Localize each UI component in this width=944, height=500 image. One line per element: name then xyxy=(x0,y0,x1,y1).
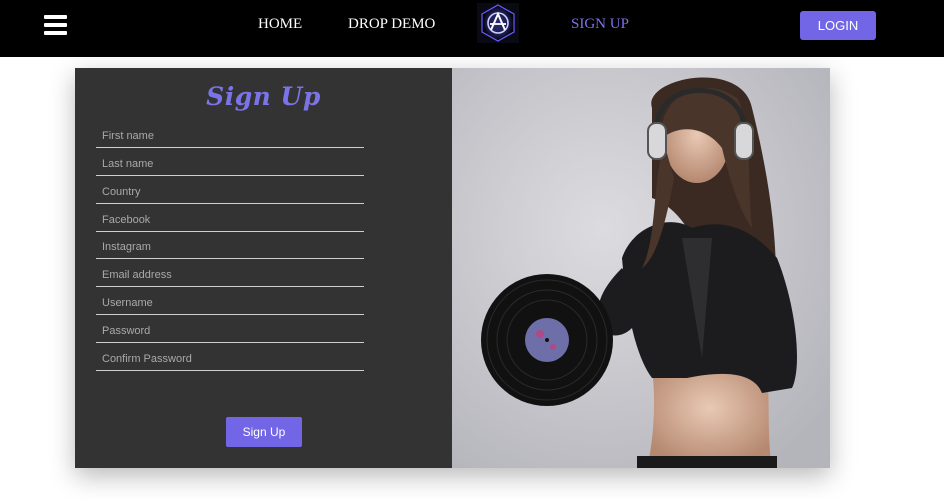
form-title: Sign Up xyxy=(206,82,321,111)
first-name-field[interactable] xyxy=(96,126,364,148)
country-field[interactable] xyxy=(96,182,364,204)
signup-card: Sign Up Sign Up xyxy=(75,68,830,468)
password-field[interactable] xyxy=(96,321,364,343)
nav-drop-demo-link[interactable]: DROP DEMO xyxy=(348,16,435,33)
brand-logo[interactable] xyxy=(477,3,519,43)
login-button[interactable]: LOGIN xyxy=(800,11,876,40)
hamburger-line xyxy=(44,31,67,35)
sign-up-submit-button[interactable]: Sign Up xyxy=(226,417,302,447)
confirm-password-field[interactable] xyxy=(96,349,364,371)
instagram-field[interactable] xyxy=(96,237,364,259)
nav-home-link[interactable]: HOME xyxy=(258,16,302,33)
facebook-field[interactable] xyxy=(96,210,364,232)
nav-sign-up-link[interactable]: SIGN UP xyxy=(571,16,629,33)
hamburger-line xyxy=(44,15,67,19)
dj-photo-illustration xyxy=(452,68,830,468)
top-navigation-bar: HOME DROP DEMO SIGN UP LOGIN xyxy=(0,0,944,57)
signup-form-panel: Sign Up Sign Up xyxy=(75,68,452,468)
hamburger-line xyxy=(44,23,67,27)
hamburger-menu-icon[interactable] xyxy=(44,15,67,35)
last-name-field[interactable] xyxy=(96,154,364,176)
username-field[interactable] xyxy=(96,293,364,315)
email-field[interactable] xyxy=(96,265,364,287)
dj-photo xyxy=(452,68,830,468)
